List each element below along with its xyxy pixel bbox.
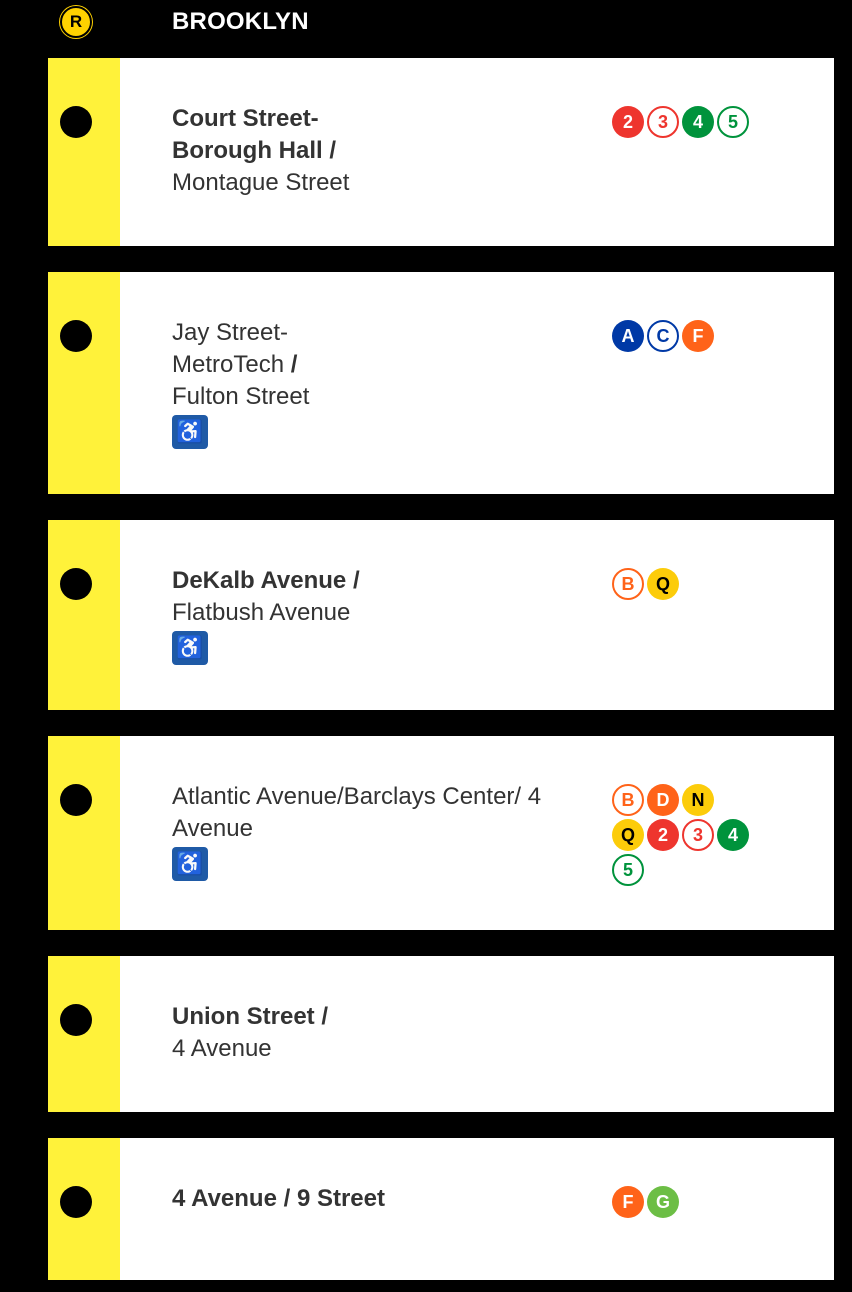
name-separator: /	[283, 1185, 291, 1212]
name-separator: /	[329, 137, 336, 164]
route-n-icon[interactable]: N	[682, 784, 714, 816]
station-name-secondary: Fulton Street	[172, 383, 310, 410]
station-stop-icon	[60, 568, 92, 600]
route-f-icon[interactable]: F	[612, 1186, 644, 1218]
route-2-icon[interactable]: 2	[612, 106, 644, 138]
station-stop-icon	[60, 1004, 92, 1036]
route-b-icon[interactable]: B	[612, 568, 644, 600]
route-3-icon[interactable]: 3	[682, 819, 714, 851]
section-header: R BROOKLYN	[0, 0, 852, 58]
station-name[interactable]: Jay Street- MetroTech / Fulton Street ♿	[172, 317, 582, 449]
route-5-icon[interactable]: 5	[612, 854, 644, 886]
route-c-icon[interactable]: C	[647, 320, 679, 352]
line-strip	[48, 520, 120, 710]
station-stop-icon	[60, 1186, 92, 1218]
station-name-primary: DeKalb Avenue	[172, 567, 347, 594]
r-line-bullet-icon: R	[60, 6, 92, 38]
route-4-icon[interactable]: 4	[682, 106, 714, 138]
station-name-primary: Atlantic Avenue/Barclays Center/ 4 Avenu…	[172, 783, 542, 842]
station-card[interactable]: Court Street- Borough Hall / Montague St…	[48, 58, 834, 246]
station-card[interactable]: Jay Street- MetroTech / Fulton Street ♿ …	[48, 272, 834, 494]
route-a-icon[interactable]: A	[612, 320, 644, 352]
transfer-routes: FG	[612, 1186, 782, 1221]
station-name[interactable]: Union Street / 4 Avenue	[172, 1001, 582, 1065]
route-f-icon[interactable]: F	[682, 320, 714, 352]
transfer-routes: BDN Q234 5	[612, 784, 782, 889]
line-strip	[48, 58, 120, 246]
transfer-routes: ACF	[612, 320, 782, 355]
route-g-icon[interactable]: G	[647, 1186, 679, 1218]
name-separator: /	[321, 1003, 329, 1030]
station-name-primary: Court Street- Borough Hall	[172, 105, 323, 164]
station-name-secondary: 4 Avenue	[172, 1035, 272, 1062]
wheelchair-icon: ♿	[172, 415, 208, 449]
station-name[interactable]: Court Street- Borough Hall / Montague St…	[172, 103, 582, 199]
station-stop-icon	[60, 784, 92, 816]
route-5-icon[interactable]: 5	[717, 106, 749, 138]
wheelchair-icon: ♿	[172, 631, 208, 665]
station-name[interactable]: DeKalb Avenue / Flatbush Avenue ♿	[172, 565, 582, 665]
route-4-icon[interactable]: 4	[717, 819, 749, 851]
station-name-primary: 4 Avenue	[172, 1185, 277, 1212]
station-name-secondary: Montague Street	[172, 169, 350, 196]
route-q-icon[interactable]: Q	[647, 568, 679, 600]
station-name-secondary: Flatbush Avenue	[172, 599, 351, 626]
wheelchair-icon: ♿	[172, 847, 208, 881]
station-card[interactable]: Union Street / 4 Avenue	[48, 956, 834, 1112]
station-name-primary-cont: 9 Street	[296, 1185, 385, 1212]
transfer-routes: 2345	[612, 106, 782, 141]
line-strip	[48, 272, 120, 494]
line-strip	[48, 956, 120, 1112]
route-b-icon[interactable]: B	[612, 784, 644, 816]
station-name[interactable]: Atlantic Avenue/Barclays Center/ 4 Avenu…	[172, 781, 582, 881]
route-2-icon[interactable]: 2	[647, 819, 679, 851]
station-card[interactable]: DeKalb Avenue / Flatbush Avenue ♿ BQ	[48, 520, 834, 710]
station-stop-icon	[60, 320, 92, 352]
station-name[interactable]: 4 Avenue / 9 Street	[172, 1183, 582, 1215]
name-separator: /	[352, 567, 360, 594]
station-name-primary: Union Street	[172, 1003, 315, 1030]
borough-title: BROOKLYN	[172, 8, 309, 35]
route-q-icon[interactable]: Q	[612, 819, 644, 851]
route-d-icon[interactable]: D	[647, 784, 679, 816]
line-strip	[48, 736, 120, 930]
station-card[interactable]: Atlantic Avenue/Barclays Center/ 4 Avenu…	[48, 736, 834, 930]
station-stop-icon	[60, 106, 92, 138]
name-separator: /	[290, 351, 298, 378]
station-name-primary: Jay Street- MetroTech	[172, 319, 289, 378]
station-card[interactable]: 4 Avenue / 9 Street FG	[48, 1138, 834, 1280]
transfer-routes: BQ	[612, 568, 782, 603]
route-3-icon[interactable]: 3	[647, 106, 679, 138]
